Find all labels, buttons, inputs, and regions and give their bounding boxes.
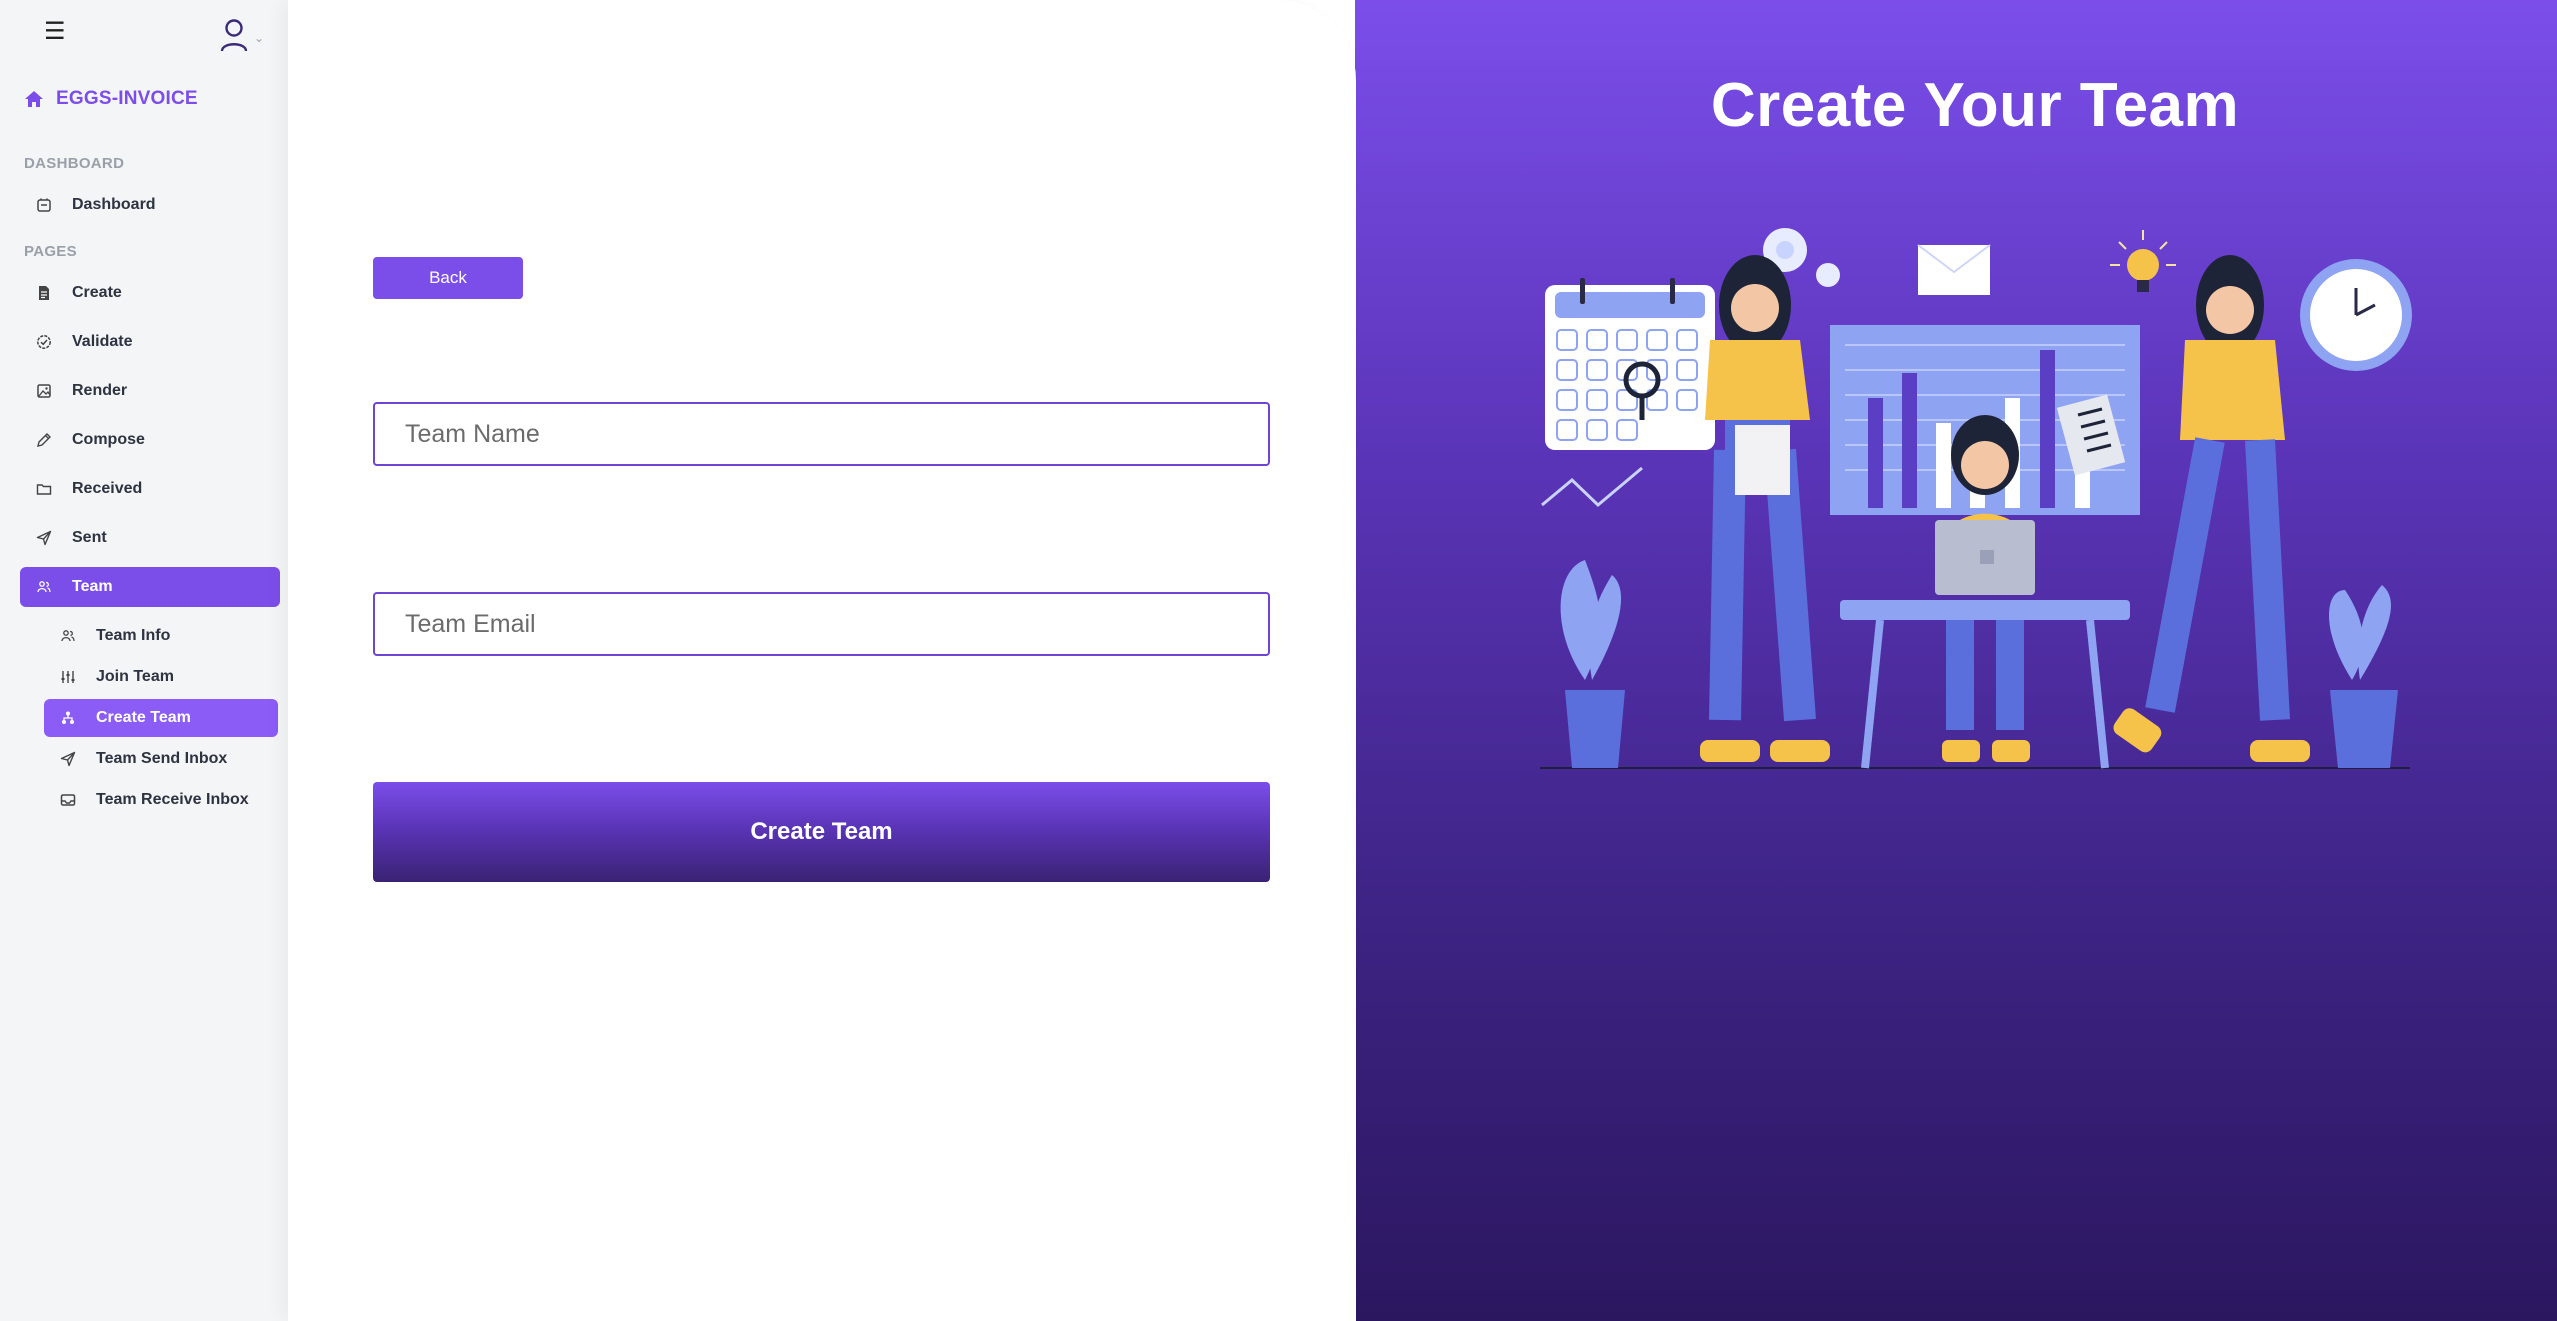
sidebar: ☰ ⌄ EGGS-INVOICE DASHBOARD Dashboard PAG…: [0, 0, 288, 1321]
sidebar-item-render[interactable]: Render: [20, 371, 280, 411]
panel-title: Create Your Team: [1710, 71, 2240, 140]
sidebar-subitem-create-team[interactable]: Create Team: [44, 699, 278, 737]
plant-right-icon: [2328, 585, 2398, 768]
section-label-dashboard: DASHBOARD: [24, 155, 125, 172]
badge-check-icon: [37, 335, 51, 349]
team-icon: [37, 581, 51, 593]
form-card: [288, 0, 1356, 1321]
team-icon: [61, 630, 75, 642]
user-icon: [220, 19, 248, 52]
create-team-button[interactable]: Create Team: [373, 782, 1270, 882]
calendar-icon: [1545, 278, 1715, 450]
sidebar-subitem-label: Team Send Inbox: [96, 750, 228, 767]
sidebar-item-create[interactable]: Create: [20, 273, 280, 313]
image-icon: [37, 384, 51, 398]
sidebar-item-sent[interactable]: Sent: [20, 518, 280, 558]
trend-line-icon: [1541, 466, 1643, 508]
sidebar-item-label: Received: [72, 480, 143, 497]
brand-name: EGGS-INVOICE: [56, 88, 198, 109]
hamburger-menu-icon[interactable]: ☰: [44, 20, 66, 44]
dashboard-icon: [37, 198, 51, 212]
pencil-icon: [37, 433, 51, 447]
sidebar-item-label: Create: [72, 284, 122, 301]
sidebar-subitem-label: Create Team: [96, 709, 191, 726]
envelope-icon: [1917, 244, 1991, 295]
sidebar-subitem-join-team[interactable]: Join Team: [44, 658, 278, 696]
sidebar-subitem-label: Team Receive Inbox: [96, 791, 249, 808]
hierarchy-icon: [62, 711, 74, 724]
sidebar-subitem-team-receive-inbox[interactable]: Team Receive Inbox: [44, 781, 278, 819]
clock-icon: [2300, 259, 2412, 371]
back-button[interactable]: Back: [373, 257, 523, 299]
folder-icon: [36, 484, 52, 495]
sidebar-item-label: Render: [72, 382, 128, 399]
sidebar-item-team[interactable]: Team: [20, 567, 280, 607]
file-icon: [39, 286, 49, 300]
lightbulb-icon: [2110, 230, 2176, 292]
sidebar-item-dashboard[interactable]: Dashboard: [20, 185, 280, 225]
sidebar-item-label: Team: [72, 578, 113, 595]
sidebar-subitem-team-send-inbox[interactable]: Team Send Inbox: [44, 740, 278, 778]
sidebar-subitem-team-info[interactable]: Team Info: [44, 617, 278, 655]
sidebar-item-label: Dashboard: [72, 196, 156, 213]
user-menu[interactable]: ⌄: [220, 18, 264, 52]
sidebar-item-validate[interactable]: Validate: [20, 322, 280, 362]
sidebar-item-compose[interactable]: Compose: [20, 420, 280, 460]
team-illustration: [1540, 228, 2412, 769]
sidebar-subitem-label: Join Team: [96, 668, 174, 685]
send-icon: [60, 751, 76, 767]
sliders-icon: [61, 671, 75, 683]
send-icon: [36, 530, 52, 546]
team-name-input[interactable]: [373, 402, 1270, 466]
home-icon: [25, 91, 43, 107]
inbox-icon: [60, 794, 76, 806]
section-label-pages: PAGES: [24, 243, 77, 260]
sidebar-item-label: Validate: [72, 333, 133, 350]
chevron-down-icon: ⌄: [254, 31, 265, 45]
team-email-input[interactable]: [373, 592, 1270, 656]
desk: [1840, 600, 2130, 769]
brand-link[interactable]: EGGS-INVOICE: [24, 88, 198, 110]
plant-left-icon: [1560, 560, 1625, 768]
sidebar-item-received[interactable]: Received: [20, 469, 280, 509]
sidebar-item-label: Sent: [72, 529, 107, 546]
sidebar-subitem-label: Team Info: [96, 627, 171, 644]
sidebar-item-label: Compose: [72, 431, 145, 448]
